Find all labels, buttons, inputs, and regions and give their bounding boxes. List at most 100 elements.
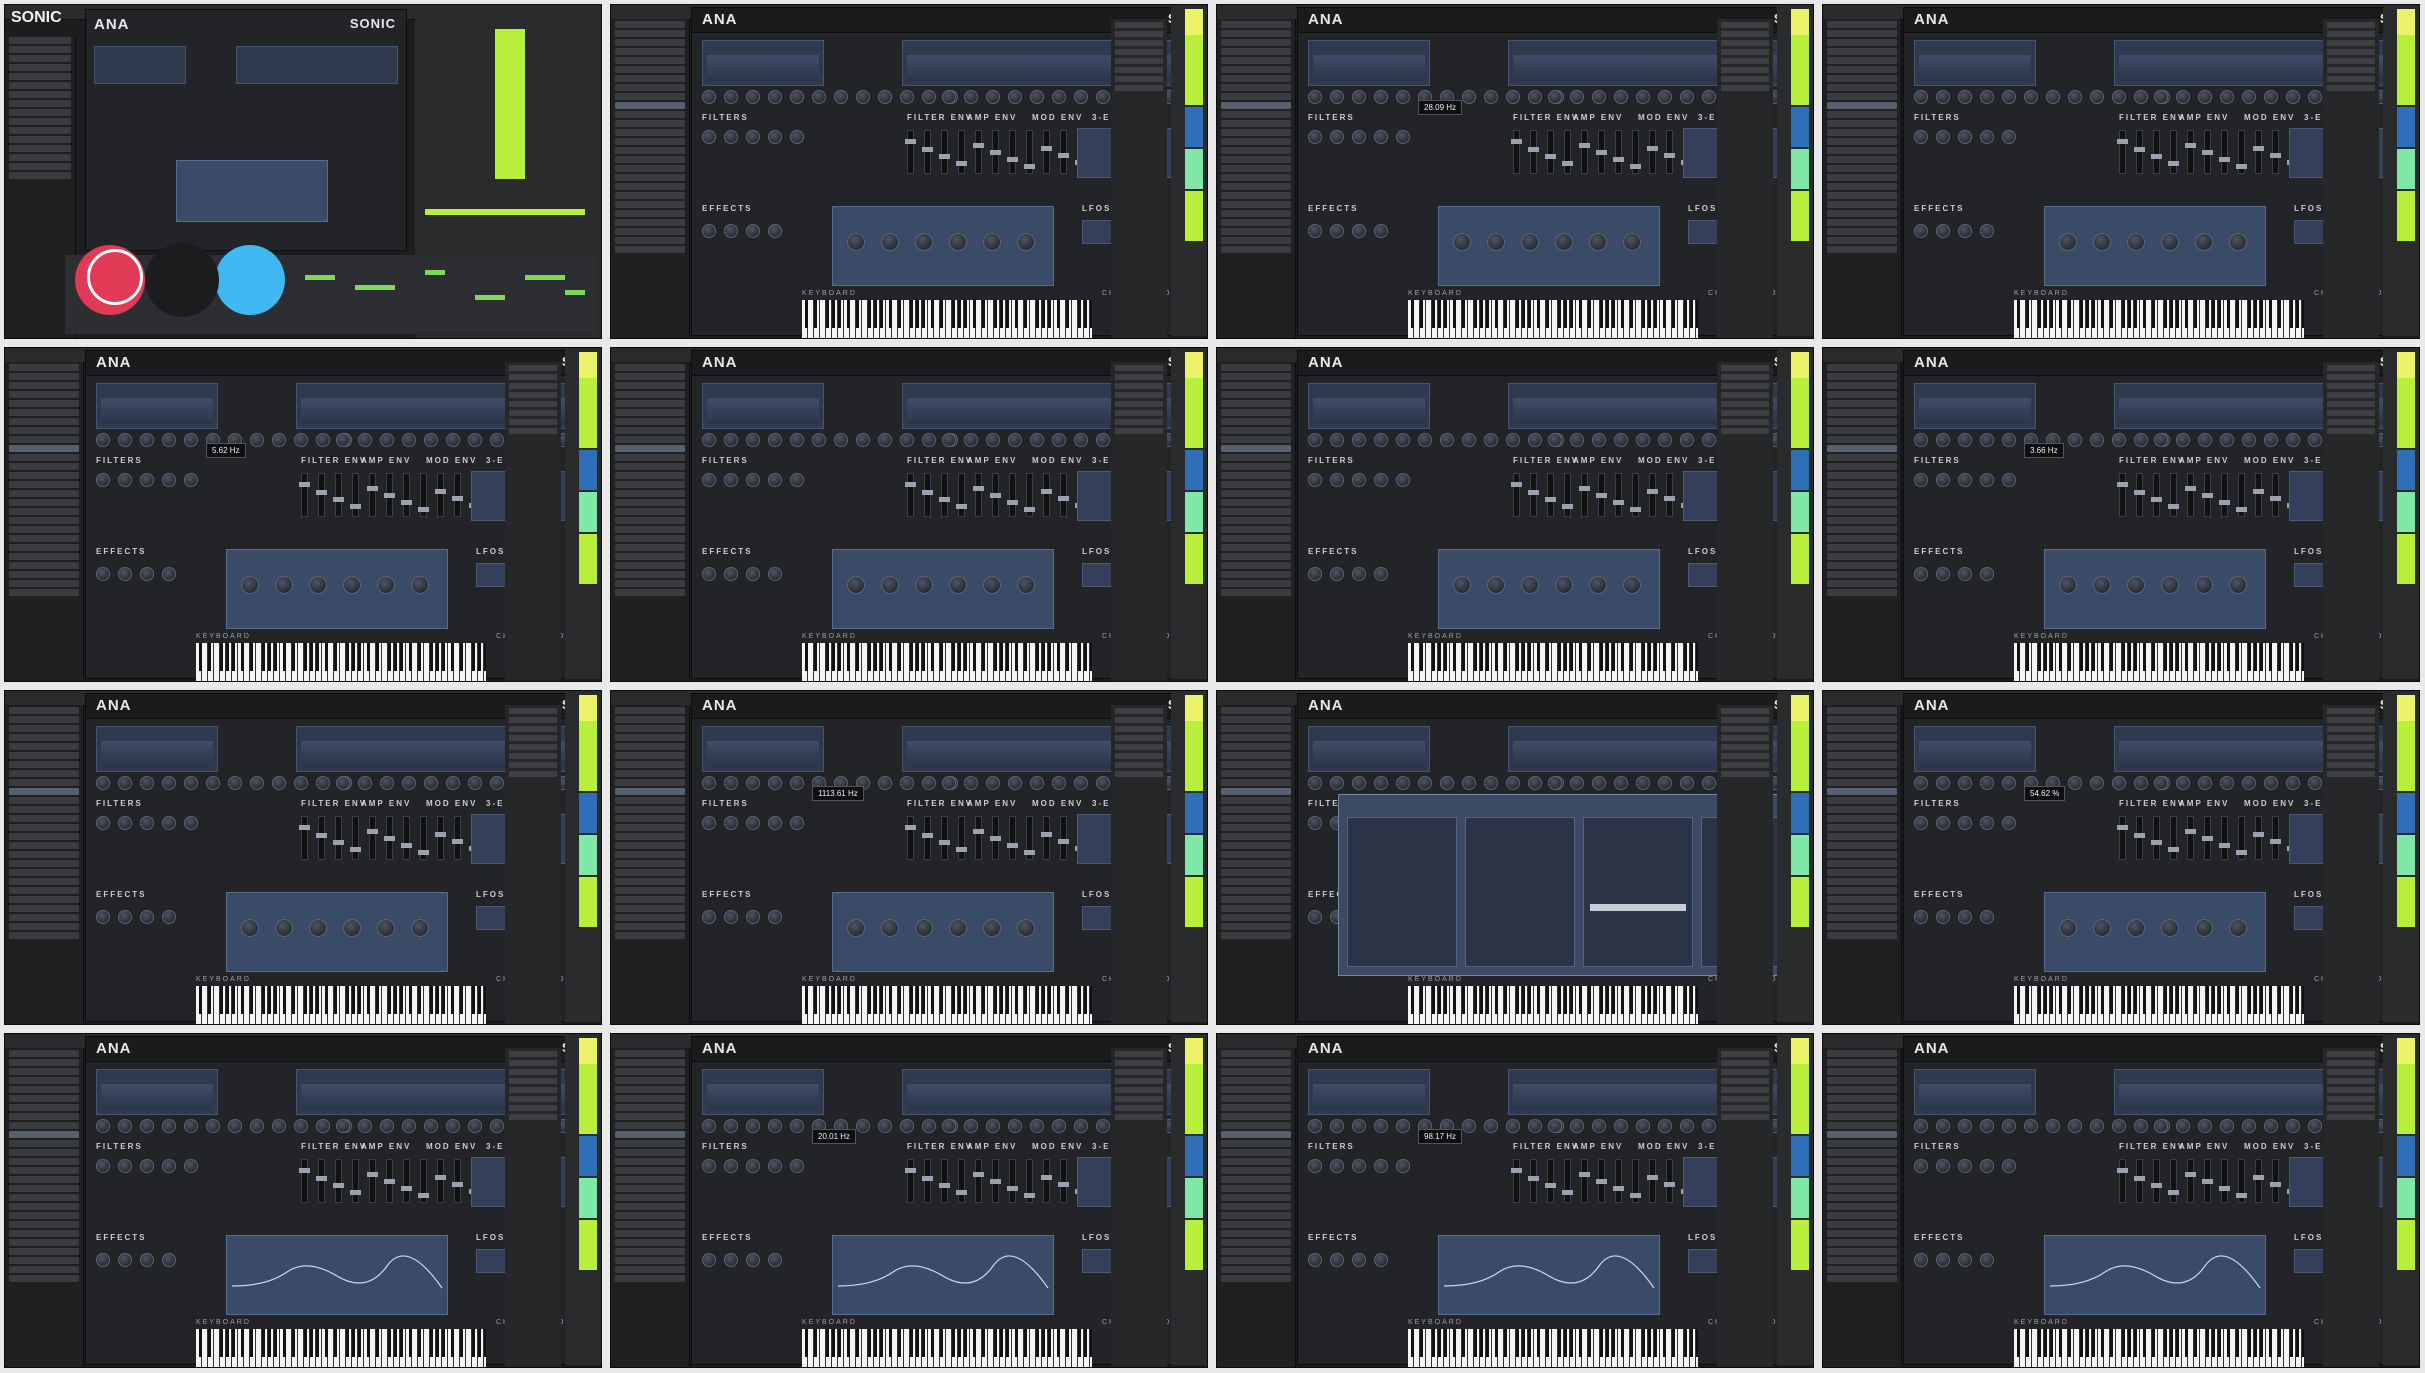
browser-item[interactable] bbox=[9, 869, 79, 876]
osc-knob[interactable] bbox=[380, 1119, 394, 1133]
piano-keyboard[interactable] bbox=[196, 1329, 486, 1367]
track-row[interactable] bbox=[1115, 401, 1163, 407]
track-row[interactable] bbox=[1115, 49, 1163, 55]
osc-knob[interactable] bbox=[490, 776, 504, 790]
envelope-fader[interactable] bbox=[922, 816, 933, 860]
browser-item[interactable] bbox=[615, 887, 685, 894]
osc-knob[interactable] bbox=[878, 776, 892, 790]
session-clip[interactable] bbox=[1185, 793, 1203, 833]
osc-knob[interactable] bbox=[900, 776, 914, 790]
filter-knob[interactable] bbox=[1980, 473, 1994, 487]
osc-knob[interactable] bbox=[1096, 776, 1110, 790]
piano-black-keys[interactable] bbox=[802, 300, 1092, 328]
browser-item[interactable] bbox=[9, 1194, 79, 1201]
effects-knob[interactable] bbox=[241, 919, 259, 937]
preset-browser-column[interactable] bbox=[1583, 817, 1693, 967]
session-clip[interactable] bbox=[2397, 793, 2415, 833]
osc-knob[interactable] bbox=[1958, 776, 1972, 790]
browser-item[interactable] bbox=[615, 1248, 685, 1255]
browser-item[interactable] bbox=[1827, 400, 1897, 407]
effects-knob[interactable] bbox=[847, 919, 865, 937]
osc-knob[interactable] bbox=[2112, 1119, 2126, 1133]
osc-knob[interactable] bbox=[1308, 90, 1322, 104]
filter-knob[interactable] bbox=[1330, 130, 1344, 144]
osc-knob[interactable] bbox=[2198, 1119, 2212, 1133]
track-row[interactable] bbox=[1721, 771, 1769, 777]
track-row[interactable] bbox=[1115, 410, 1163, 416]
effects-knob[interactable] bbox=[881, 919, 899, 937]
envelope-fader[interactable] bbox=[1511, 473, 1522, 517]
envelope-fader[interactable] bbox=[2134, 1159, 2145, 1203]
browser-item[interactable] bbox=[1221, 373, 1291, 380]
browser-item[interactable] bbox=[9, 454, 79, 461]
effects-knob[interactable] bbox=[241, 576, 259, 594]
osc-knob[interactable] bbox=[1008, 1119, 1022, 1133]
browser-item[interactable] bbox=[615, 210, 685, 217]
track-row[interactable] bbox=[2327, 40, 2375, 46]
browser-item[interactable] bbox=[1221, 824, 1291, 831]
browser-item[interactable] bbox=[1221, 66, 1291, 73]
browser-item[interactable] bbox=[1221, 1194, 1291, 1201]
browser-item[interactable] bbox=[9, 1212, 79, 1219]
track-row[interactable] bbox=[2327, 76, 2375, 82]
browser-item[interactable] bbox=[615, 725, 685, 732]
browser-item[interactable] bbox=[9, 806, 79, 813]
effects-knob[interactable] bbox=[2059, 919, 2077, 937]
osc-knob[interactable] bbox=[2308, 433, 2322, 447]
effects-side-knob[interactable] bbox=[1330, 224, 1344, 238]
browser-item[interactable] bbox=[1827, 75, 1897, 82]
osc-knob[interactable] bbox=[206, 776, 220, 790]
browser-item[interactable] bbox=[615, 562, 685, 569]
filter-knob[interactable] bbox=[1374, 1159, 1388, 1173]
osc-knob[interactable] bbox=[2090, 90, 2104, 104]
osc-knob[interactable] bbox=[2068, 1119, 2082, 1133]
session-clip[interactable] bbox=[579, 1038, 597, 1064]
envelope-fader[interactable] bbox=[401, 816, 412, 860]
browser-item[interactable] bbox=[1827, 923, 1897, 930]
track-row[interactable] bbox=[1721, 1105, 1769, 1111]
browser-item[interactable] bbox=[1827, 562, 1897, 569]
envelope-fader[interactable] bbox=[1545, 130, 1556, 174]
browser-item[interactable] bbox=[1221, 463, 1291, 470]
browser-item[interactable] bbox=[1827, 932, 1897, 939]
browser-item[interactable] bbox=[615, 571, 685, 578]
filter-knob[interactable] bbox=[790, 130, 804, 144]
filter-knob[interactable] bbox=[1352, 473, 1366, 487]
effects-side-knob[interactable] bbox=[1330, 567, 1344, 581]
track-row[interactable] bbox=[2327, 401, 2375, 407]
browser-item[interactable] bbox=[1221, 400, 1291, 407]
osc-knob[interactable] bbox=[1096, 1119, 1110, 1133]
envelope-fader[interactable] bbox=[2202, 473, 2213, 517]
effects-side-knob[interactable] bbox=[1958, 567, 1972, 581]
session-clip[interactable] bbox=[2397, 492, 2415, 532]
session-clip[interactable] bbox=[1791, 721, 1809, 791]
track-row[interactable] bbox=[2327, 1105, 2375, 1111]
effects-knob[interactable] bbox=[411, 919, 429, 937]
envelope-fader[interactable] bbox=[990, 816, 1001, 860]
piano-keyboard[interactable] bbox=[2014, 300, 2304, 338]
filter-knob[interactable] bbox=[140, 1159, 154, 1173]
piano-keyboard[interactable] bbox=[196, 986, 486, 1024]
track-row[interactable] bbox=[509, 1087, 557, 1093]
envelope-fader[interactable] bbox=[452, 473, 463, 517]
osc-knob[interactable] bbox=[856, 433, 870, 447]
effects-side-knob[interactable] bbox=[1914, 224, 1928, 238]
browser-item[interactable] bbox=[1221, 1104, 1291, 1111]
browser-item[interactable] bbox=[9, 382, 79, 389]
envelope-fader[interactable] bbox=[401, 1159, 412, 1203]
filter-knob[interactable] bbox=[1308, 1159, 1322, 1173]
osc-knob[interactable] bbox=[1528, 1119, 1542, 1133]
browser-item[interactable] bbox=[1827, 1077, 1897, 1084]
session-clip[interactable] bbox=[579, 835, 597, 875]
filter-knob[interactable] bbox=[1396, 473, 1410, 487]
session-clip[interactable] bbox=[1791, 1038, 1809, 1064]
osc-knob[interactable] bbox=[2090, 776, 2104, 790]
browser-item[interactable] bbox=[615, 1230, 685, 1237]
track-row[interactable] bbox=[2327, 735, 2375, 741]
osc-knob[interactable] bbox=[1352, 433, 1366, 447]
envelope-fader[interactable] bbox=[939, 473, 950, 517]
browser-item[interactable] bbox=[1221, 237, 1291, 244]
osc-knob[interactable] bbox=[768, 90, 782, 104]
browser-item[interactable] bbox=[615, 409, 685, 416]
browser-item[interactable] bbox=[9, 46, 71, 53]
